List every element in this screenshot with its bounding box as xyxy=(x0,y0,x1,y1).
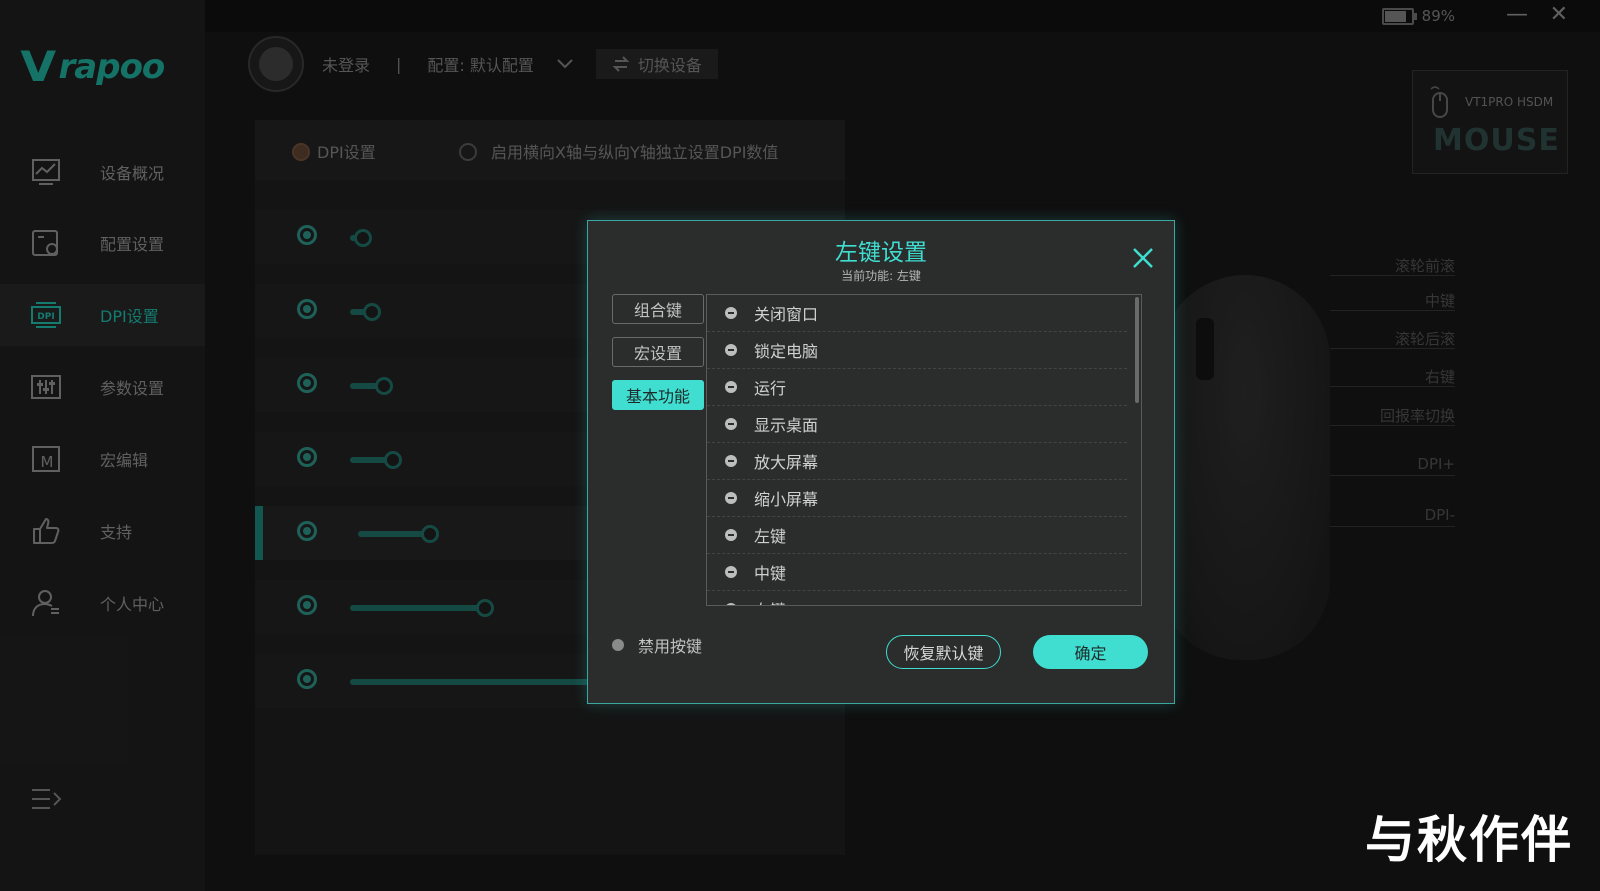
function-list-item[interactable]: 运行 xyxy=(707,369,1127,406)
function-item-label: 运行 xyxy=(754,379,787,398)
function-list-item[interactable]: 中键 xyxy=(707,554,1127,591)
function-list-item[interactable]: 显示桌面 xyxy=(707,406,1127,443)
function-item-radio xyxy=(725,566,737,578)
function-item-radio xyxy=(725,603,737,605)
disable-key-option[interactable]: 禁用按键 xyxy=(612,633,702,657)
disable-key-radio[interactable] xyxy=(612,639,624,651)
function-item-radio xyxy=(725,381,737,393)
function-list-item[interactable]: 锁定电脑 xyxy=(707,332,1127,369)
function-item-label: 缩小屏幕 xyxy=(754,490,819,509)
function-item-radio xyxy=(725,529,737,541)
function-item-label: 锁定电脑 xyxy=(754,342,819,361)
function-list-item[interactable]: 缩小屏幕 xyxy=(707,480,1127,517)
close-icon[interactable] xyxy=(1130,245,1156,271)
function-item-radio xyxy=(725,344,737,356)
function-item-label: 左键 xyxy=(754,527,787,546)
disable-key-label: 禁用按键 xyxy=(638,637,703,656)
restore-default-button[interactable]: 恢复默认键 xyxy=(886,635,1001,669)
tab-macro[interactable]: 宏设置 xyxy=(612,337,704,367)
watermark-text: 与秋作伴 xyxy=(1365,811,1573,869)
function-item-label: 关闭窗口 xyxy=(754,305,819,324)
function-list-item[interactable]: 关闭窗口 xyxy=(707,295,1127,332)
function-item-radio xyxy=(725,492,737,504)
function-item-label: 放大屏幕 xyxy=(754,453,819,472)
function-list-item[interactable]: 放大屏幕 xyxy=(707,443,1127,480)
function-list-item[interactable]: 左键 xyxy=(707,517,1127,554)
scrollbar[interactable] xyxy=(1135,297,1139,403)
dialog-subtitle: 当前功能: 左键 xyxy=(841,269,921,283)
function-list[interactable]: 关闭窗口锁定电脑运行显示桌面放大屏幕缩小屏幕左键中键右键 xyxy=(706,294,1142,606)
function-list-item[interactable]: 右键 xyxy=(707,591,1127,605)
left-button-settings-dialog: 左键设置 当前功能: 左键 组合键 宏设置 基本功能 关闭窗口锁定电脑运行显示桌… xyxy=(587,220,1175,704)
function-item-radio xyxy=(725,418,737,430)
function-item-label: 中键 xyxy=(754,564,787,583)
dialog-title: 左键设置 xyxy=(835,240,927,266)
confirm-button[interactable]: 确定 xyxy=(1033,635,1148,669)
tab-basic-functions[interactable]: 基本功能 xyxy=(612,380,704,410)
function-item-radio xyxy=(725,455,737,467)
function-item-radio xyxy=(725,307,737,319)
function-item-label: 显示桌面 xyxy=(754,416,819,435)
tab-combo-keys[interactable]: 组合键 xyxy=(612,294,704,324)
function-item-label: 右键 xyxy=(754,597,786,605)
